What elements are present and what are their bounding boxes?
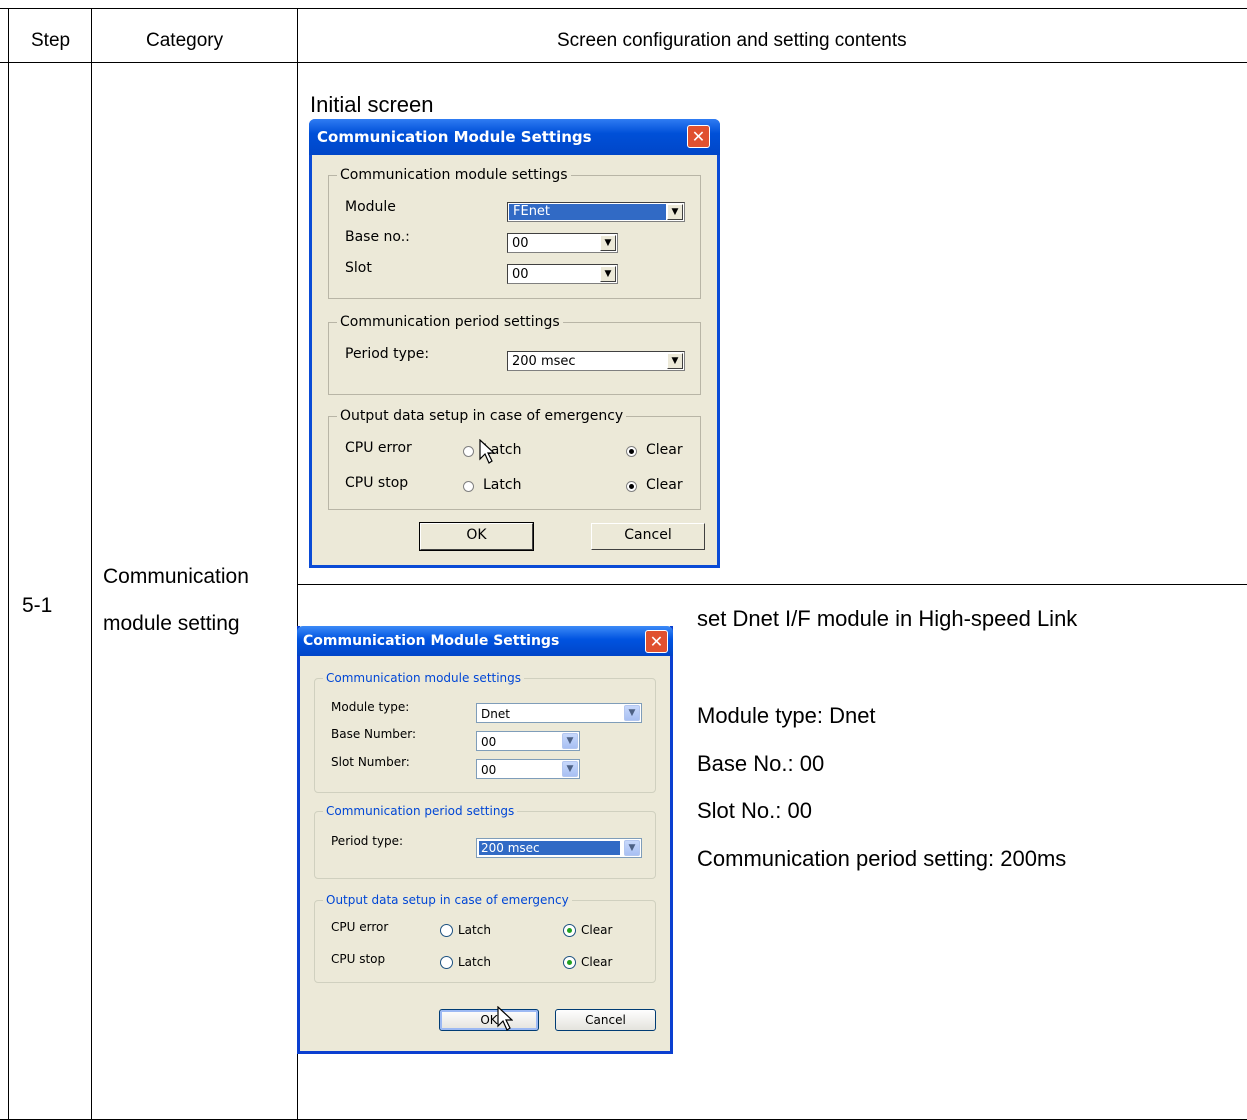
ok-button[interactable]: OK [439, 1009, 539, 1031]
group-title: Output data setup in case of emergency [323, 893, 572, 907]
table-border-top [0, 8, 1247, 9]
period-type-value: 200 msec [479, 841, 620, 855]
period-label: Period type: [345, 346, 430, 362]
cpu-error-clear-radio[interactable] [626, 446, 637, 457]
table-header-divider [0, 62, 1247, 63]
header-contents: Screen configuration and setting content… [557, 30, 907, 51]
group-title: Communication period settings [337, 314, 563, 330]
cpu-stop-latch-radio[interactable] [440, 956, 453, 969]
base-select-value: 00 [512, 236, 529, 251]
category-line2: module setting [103, 612, 240, 635]
base-number-select[interactable]: 00 ▼ [476, 731, 580, 751]
slot-select[interactable]: 00 ▼ [507, 264, 618, 284]
group-title: Communication module settings [337, 167, 571, 183]
cpu-stop-clear-label[interactable]: Clear [581, 955, 612, 969]
chevron-down-icon[interactable]: ▼ [562, 733, 578, 749]
cpu-stop-latch-radio[interactable] [463, 481, 474, 492]
group-title: Communication period settings [323, 804, 518, 818]
base-label: Base no.: [345, 229, 410, 245]
chevron-down-icon[interactable]: ▼ [667, 204, 683, 220]
group-module-settings: Communication module settings Module typ… [314, 671, 656, 793]
cpu-stop-latch-label[interactable]: Latch [483, 477, 521, 493]
group-module-settings: Communication module settings Module FEn… [328, 167, 701, 299]
dialog-title-bar[interactable]: Communication Module Settings ✕ [309, 119, 720, 155]
module-label: Module [345, 199, 396, 215]
header-category: Category [146, 30, 224, 51]
cancel-button[interactable]: Cancel [555, 1009, 656, 1031]
section-caption: Initial screen [310, 92, 434, 117]
settings-dialog-initial: Communication Module Settings ✕ Communic… [309, 119, 720, 568]
module-type-select[interactable]: Dnet ▼ [476, 703, 642, 723]
cpu-error-label: CPU error [331, 920, 389, 934]
column-divider-step [91, 8, 92, 1120]
module-type-label: Module type: [331, 700, 410, 714]
group-title: Communication module settings [323, 671, 525, 685]
group-title: Output data setup in case of emergency [337, 408, 627, 424]
step-value: 5-1 [22, 594, 53, 617]
cpu-error-clear-label[interactable]: Clear [581, 923, 612, 937]
chevron-down-icon[interactable]: ▼ [624, 840, 640, 856]
period-select-value: 200 msec [512, 354, 576, 369]
slot-number-value: 00 [481, 763, 497, 777]
dialog-title: Communication Module Settings [317, 128, 592, 146]
cpu-error-latch-radio[interactable] [440, 924, 453, 937]
module-select-value: FEnet [509, 204, 666, 220]
base-number-value: 00 [481, 735, 497, 749]
note-line-1: set Dnet I/F module in High-speed Link [697, 606, 1078, 631]
category-line1: Communication [103, 565, 249, 588]
group-output-setup: Output data setup in case of emergency C… [314, 893, 656, 983]
chevron-down-icon[interactable]: ▼ [600, 235, 616, 251]
chevron-down-icon[interactable]: ▼ [600, 266, 616, 282]
cpu-stop-clear-radio[interactable] [626, 481, 637, 492]
cpu-error-label: CPU error [345, 440, 412, 456]
close-icon[interactable]: ✕ [645, 630, 668, 653]
content-row-divider [297, 584, 1247, 585]
module-select[interactable]: FEnet ▼ [507, 202, 685, 222]
dialog-title: Communication Module Settings [303, 633, 560, 649]
cpu-error-latch-radio[interactable] [463, 446, 474, 457]
slot-number-select[interactable]: 00 ▼ [476, 759, 580, 779]
cpu-stop-label: CPU stop [345, 475, 409, 491]
slot-number-label: Slot Number: [331, 755, 410, 769]
group-period-settings: Communication period settings Period typ… [314, 804, 656, 879]
cpu-stop-label: CPU stop [331, 952, 386, 966]
base-select[interactable]: 00 ▼ [507, 233, 618, 253]
slot-label: Slot [345, 260, 372, 276]
cpu-stop-clear-radio[interactable] [563, 956, 576, 969]
cpu-error-clear-label[interactable]: Clear [646, 442, 683, 458]
period-select[interactable]: 200 msec ▼ [507, 351, 685, 371]
chevron-down-icon[interactable]: ▼ [562, 761, 578, 777]
table-border-left [8, 8, 9, 1120]
mouse-pointer-icon [497, 1006, 513, 1031]
settings-dialog-dnet: Communication Module Settings ✕ Communic… [297, 626, 673, 1054]
dialog-title-bar[interactable]: Communication Module Settings ✕ [297, 626, 673, 656]
mouse-pointer-icon [479, 439, 495, 464]
group-period-settings: Communication period settings Period typ… [328, 314, 701, 395]
cancel-button[interactable]: Cancel [591, 523, 705, 550]
header-step: Step [31, 30, 71, 51]
close-icon[interactable]: ✕ [687, 125, 710, 148]
group-output-setup: Output data setup in case of emergency C… [328, 408, 701, 510]
cpu-stop-latch-label[interactable]: Latch [458, 955, 491, 969]
cpu-error-latch-label[interactable]: Latch [458, 923, 491, 937]
base-number-label: Base Number: [331, 727, 417, 741]
note-line-4: Slot No.: 00 [697, 798, 812, 823]
chevron-down-icon[interactable]: ▼ [624, 705, 640, 721]
note-line-2: Module type: Dnet [697, 703, 876, 728]
slot-select-value: 00 [512, 267, 529, 282]
cpu-stop-clear-label[interactable]: Clear [646, 477, 683, 493]
note-line-5: Communication period setting: 200ms [697, 846, 1067, 871]
period-type-label: Period type: [331, 834, 404, 848]
cpu-error-clear-radio[interactable] [563, 924, 576, 937]
period-type-select[interactable]: 200 msec ▼ [476, 838, 642, 858]
module-type-value: Dnet [481, 707, 510, 721]
chevron-down-icon[interactable]: ▼ [667, 353, 683, 369]
note-line-3: Base No.: 00 [697, 751, 825, 776]
ok-button[interactable]: OK [419, 522, 534, 551]
